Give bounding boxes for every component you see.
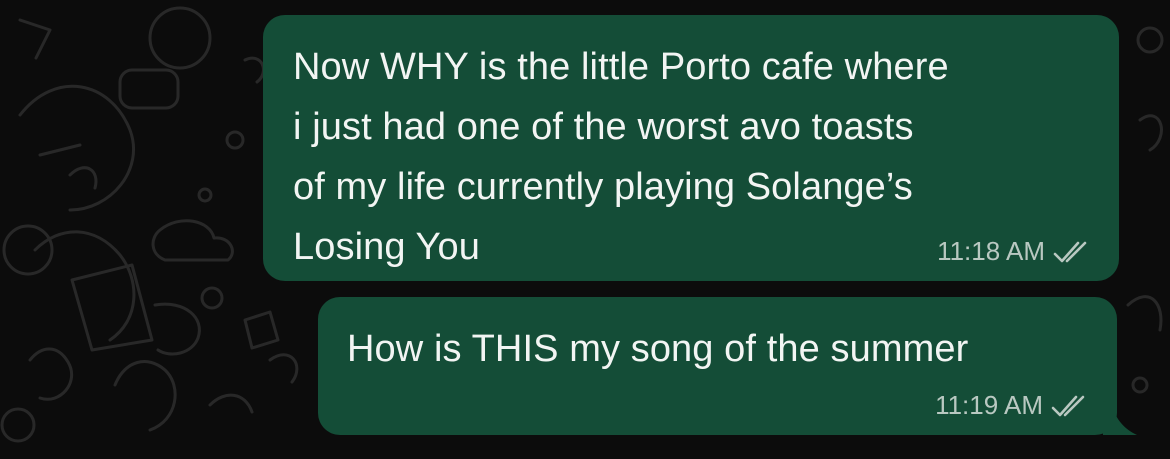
chat-area: Now WHY is the little Porto cafe where i… (0, 0, 1170, 459)
message-meta: 11:19 AM (935, 390, 1089, 421)
message-time: 11:18 AM (937, 236, 1045, 266)
double-check-icon (1051, 394, 1089, 418)
message-bubble-outgoing[interactable]: Now WHY is the little Porto cafe where i… (263, 15, 1119, 281)
message-time: 11:19 AM (935, 390, 1043, 420)
double-check-icon (1053, 240, 1091, 264)
bubble-tail-icon (1103, 401, 1137, 435)
message-text: How is THIS my song of the summer (347, 328, 969, 370)
message-bubble-outgoing[interactable]: How is THIS my song of the summer 11:19 … (318, 297, 1117, 435)
message-meta: 11:18 AM (937, 236, 1091, 267)
